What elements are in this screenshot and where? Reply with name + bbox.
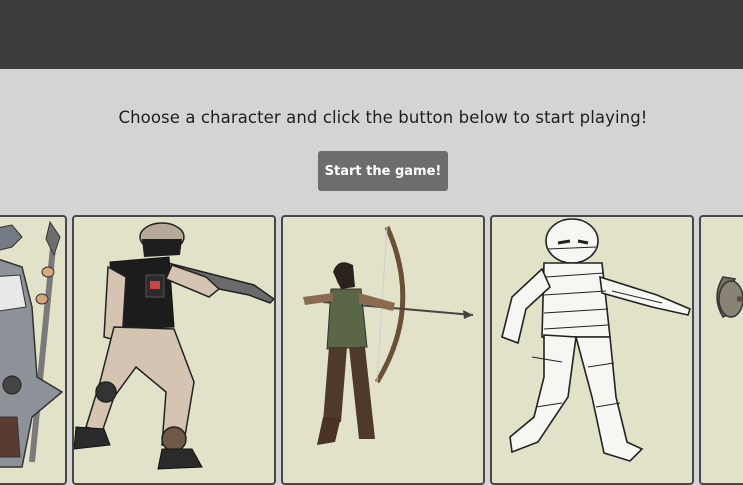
start-game-button[interactable]: Start the game!: [318, 151, 448, 191]
soldier-icon: [74, 222, 274, 470]
character-card-mummy[interactable]: [490, 215, 694, 485]
mummy-icon: [501, 218, 691, 462]
character-card-soldier[interactable]: [72, 215, 276, 485]
character-card-axe-warrior[interactable]: [699, 215, 743, 485]
character-card-archer[interactable]: [281, 215, 485, 485]
character-card-wizard[interactable]: [0, 215, 67, 485]
axe-warrior-icon: [716, 276, 743, 318]
archer-icon: [303, 225, 474, 445]
top-bar: [0, 0, 743, 69]
wizard-icon: [0, 220, 64, 468]
instruction-text: Choose a character and click the button …: [118, 108, 648, 127]
